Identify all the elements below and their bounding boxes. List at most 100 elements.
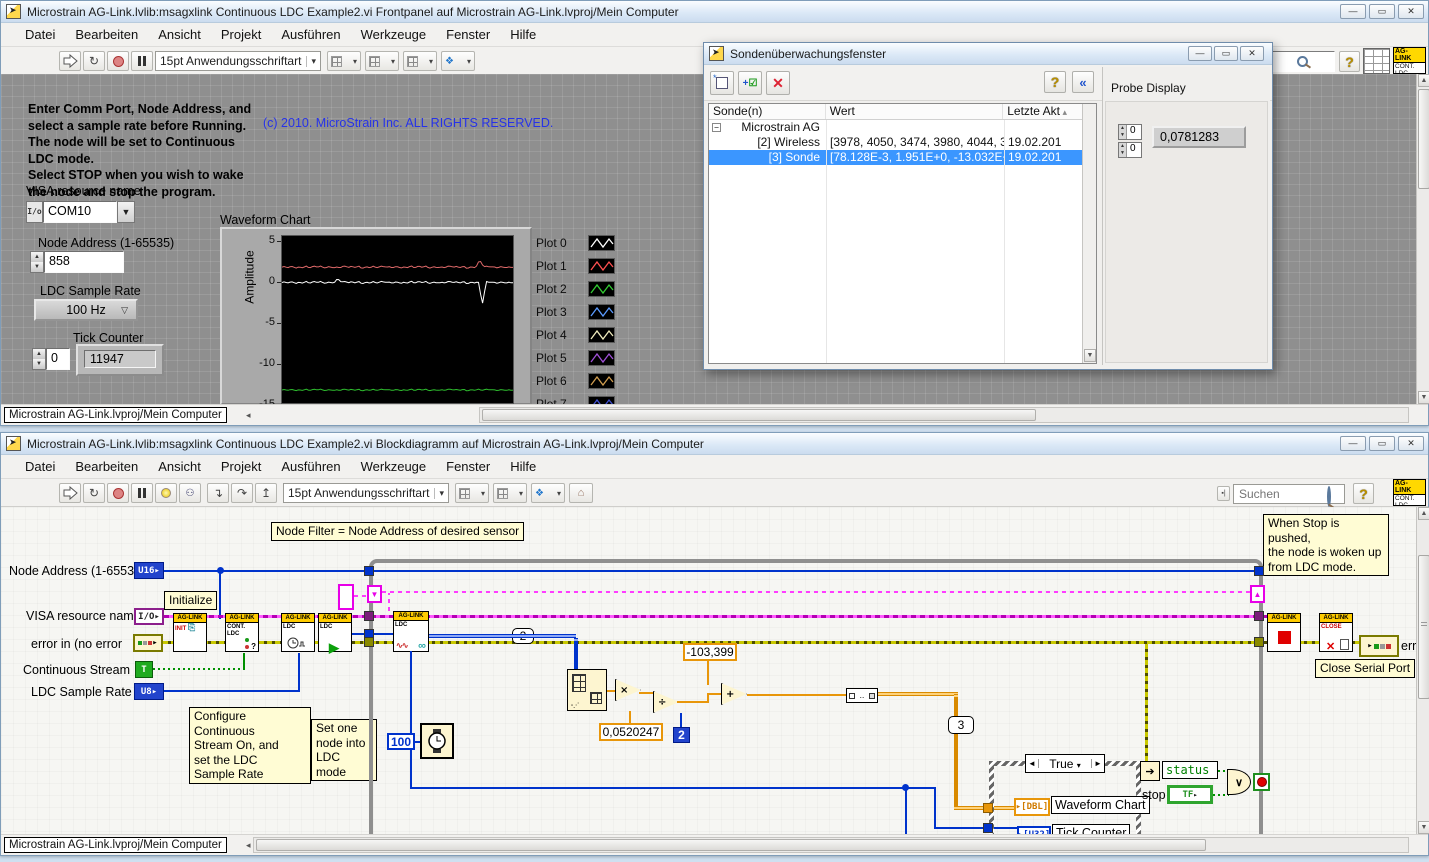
terminal-error-in[interactable]: ▸ [133,634,163,652]
menu-item-ausfhren[interactable]: Ausführen [271,27,350,42]
menu-item-datei[interactable]: Datei [15,27,65,42]
help-button[interactable]: ? [1339,51,1360,72]
minimize-button[interactable]: — [1340,4,1366,19]
maximize-button[interactable]: ▭ [1214,46,1238,61]
distribute-objects-button[interactable]: ▾ [365,51,399,71]
menu-item-fenster[interactable]: Fenster [436,27,500,42]
probe-help-button[interactable]: ? [1044,71,1066,93]
close-button[interactable]: ✕ [1240,46,1264,61]
probe-row[interactable]: −Microstrain AG [709,120,1096,135]
scroll-up-arrow[interactable]: ▲ [1418,74,1429,87]
menu-item-bearbeiten[interactable]: Bearbeiten [65,459,148,474]
resize-objects-button[interactable]: ▾ [403,51,437,71]
string-constant[interactable] [338,584,354,610]
constant-gain[interactable]: 0,0520247 [599,723,663,741]
case-next-arrow[interactable]: ► [1091,759,1104,768]
search-nav-button[interactable]: ▪| [1217,486,1230,501]
legend-item[interactable]: Plot 1 [536,254,622,277]
terminal-u32-array[interactable]: ▸[U32] [1017,826,1051,834]
legend-item[interactable]: Plot 3 [536,300,622,323]
menu-item-projekt[interactable]: Projekt [211,27,271,42]
visa-resource-combo[interactable]: I/o COM10 ▼ [26,201,135,223]
constant-divisor[interactable]: 2 [673,727,690,743]
menu-item-bearbeiten[interactable]: Bearbeiten [65,27,148,42]
probe-row[interactable]: [2] Wireless[3978, 4050, 3474, 3980, 404… [709,135,1096,150]
unbundle-status-node[interactable]: ➔ [1140,761,1160,781]
case-prev-arrow[interactable]: ◄ [1026,759,1039,768]
menu-item-hilfe[interactable]: Hilfe [500,459,546,474]
subvi-aglink-ldc-start[interactable]: AG-LINK LDC ▶ [318,613,352,652]
block-diagram-titlebar[interactable]: Microstrain AG-Link.lvlib:msagxlink Cont… [1,433,1428,455]
scroll-thumb[interactable] [256,839,1206,851]
subvi-aglink-init[interactable]: AG-LINK INIT ⎘ [173,613,207,652]
terminal-dbl-array[interactable]: ▸[DBL] [1014,798,1050,816]
legend-item[interactable]: Plot 5 [536,346,622,369]
sort-ascending-icon[interactable]: ▴ [1060,107,1067,117]
subvi-aglink-cont-ldc[interactable]: AG-LINK CONT. LDC ? [225,613,259,652]
shift-register-left[interactable]: ▼ [367,585,382,603]
scroll-down-arrow[interactable]: ▼ [1418,391,1429,404]
terminal-u8[interactable]: U8▸ [134,683,164,700]
collapse-panel-button[interactable]: « [1072,71,1094,93]
front-panel-titlebar[interactable]: Microstrain AG-Link.lvlib:msagxlink Cont… [1,1,1428,23]
build-array-node[interactable]: ‥ [846,688,878,703]
connector-pane-icon[interactable] [1363,48,1390,74]
font-selector[interactable]: 15pt Anwendungsschriftart ▾ [283,483,449,503]
scroll-down-arrow[interactable]: ▼ [1418,821,1429,834]
legend-item[interactable]: Plot 2 [536,277,622,300]
probe-column-header[interactable]: Wert [826,104,1004,119]
search-box[interactable] [1269,51,1335,72]
menu-item-datei[interactable]: Datei [15,459,65,474]
close-button[interactable]: ✕ [1398,436,1424,451]
probe-display-spinner-bottom[interactable]: ▲▼0 [1118,142,1142,158]
legend-item[interactable]: Plot 7 [536,392,622,404]
step-over-button[interactable]: ↷ [231,483,253,503]
sample-rate-ring[interactable]: 100 Hz ▽ [34,299,138,321]
run-button[interactable] [59,483,81,503]
tick-counter-spin-control[interactable]: ▲▼ 0 [32,348,70,370]
tick-counter-spinner[interactable]: ▲▼ [32,348,46,370]
constant-3[interactable]: 3 [948,716,974,734]
abort-button[interactable] [107,51,129,71]
probe-column-header[interactable]: Sonde(n) [709,104,826,119]
constant-offset[interactable]: -103,399 [683,643,737,661]
visa-resource-value[interactable]: COM10 [43,201,117,223]
scroll-down-arrow[interactable]: ▼ [1084,349,1096,362]
pause-button[interactable] [131,51,153,71]
node-address-value[interactable]: 858 [44,251,124,273]
reorder-button[interactable]: ❖▾ [441,51,475,71]
loop-condition-terminal[interactable] [1253,773,1270,791]
probe-window-titlebar[interactable]: Sondenüberwachungsfenster — ▭ ✕ [704,43,1272,65]
menu-item-ansicht[interactable]: Ansicht [148,27,211,42]
step-into-button[interactable]: ↴ [207,483,229,503]
shift-register-right[interactable]: ▲ [1250,585,1265,603]
menu-item-werkzeuge[interactable]: Werkzeuge [351,459,437,474]
block-diagram-hscrollbar[interactable] [253,837,1409,853]
probe-row[interactable]: [3] Sonde[78.128E-3, 1.951E+0, -13.032E+… [709,150,1096,165]
menu-item-werkzeuge[interactable]: Werkzeuge [351,27,437,42]
scroll-left-arrow[interactable]: ◂ [246,410,251,421]
align-objects-button[interactable]: ▾ [327,51,361,71]
minimize-button[interactable]: — [1340,436,1366,451]
terminal-error-out[interactable]: ▸ [1359,635,1399,657]
retain-wire-values-button[interactable]: ⚇ [179,483,201,503]
highlight-execution-button[interactable] [155,483,177,503]
index-array-node[interactable]: ▫⋰ [567,669,607,711]
legend-item[interactable]: Plot 0 [536,231,622,254]
visa-dropdown-arrow[interactable]: ▼ [117,201,135,223]
add-probe-button[interactable]: +☑ [738,71,762,95]
maximize-button[interactable]: ▭ [1369,4,1395,19]
help-button[interactable]: ? [1353,483,1374,504]
reorder-button[interactable]: ❖▾ [531,483,565,503]
menu-item-fenster[interactable]: Fenster [436,459,500,474]
scroll-thumb[interactable] [1418,89,1429,189]
new-probe-button[interactable]: * [710,71,734,95]
align-objects-button[interactable]: ▾ [455,483,489,503]
subvi-aglink-ldc-config[interactable]: AG-LINK LDC [281,613,315,652]
constant-wait-ms[interactable]: 100 [387,733,415,750]
run-button[interactable] [59,51,81,71]
maximize-button[interactable]: ▭ [1369,436,1395,451]
menu-item-hilfe[interactable]: Hilfe [500,27,546,42]
front-panel-vscrollbar[interactable]: ▲ ▼ [1416,74,1429,404]
legend-item[interactable]: Plot 6 [536,369,622,392]
